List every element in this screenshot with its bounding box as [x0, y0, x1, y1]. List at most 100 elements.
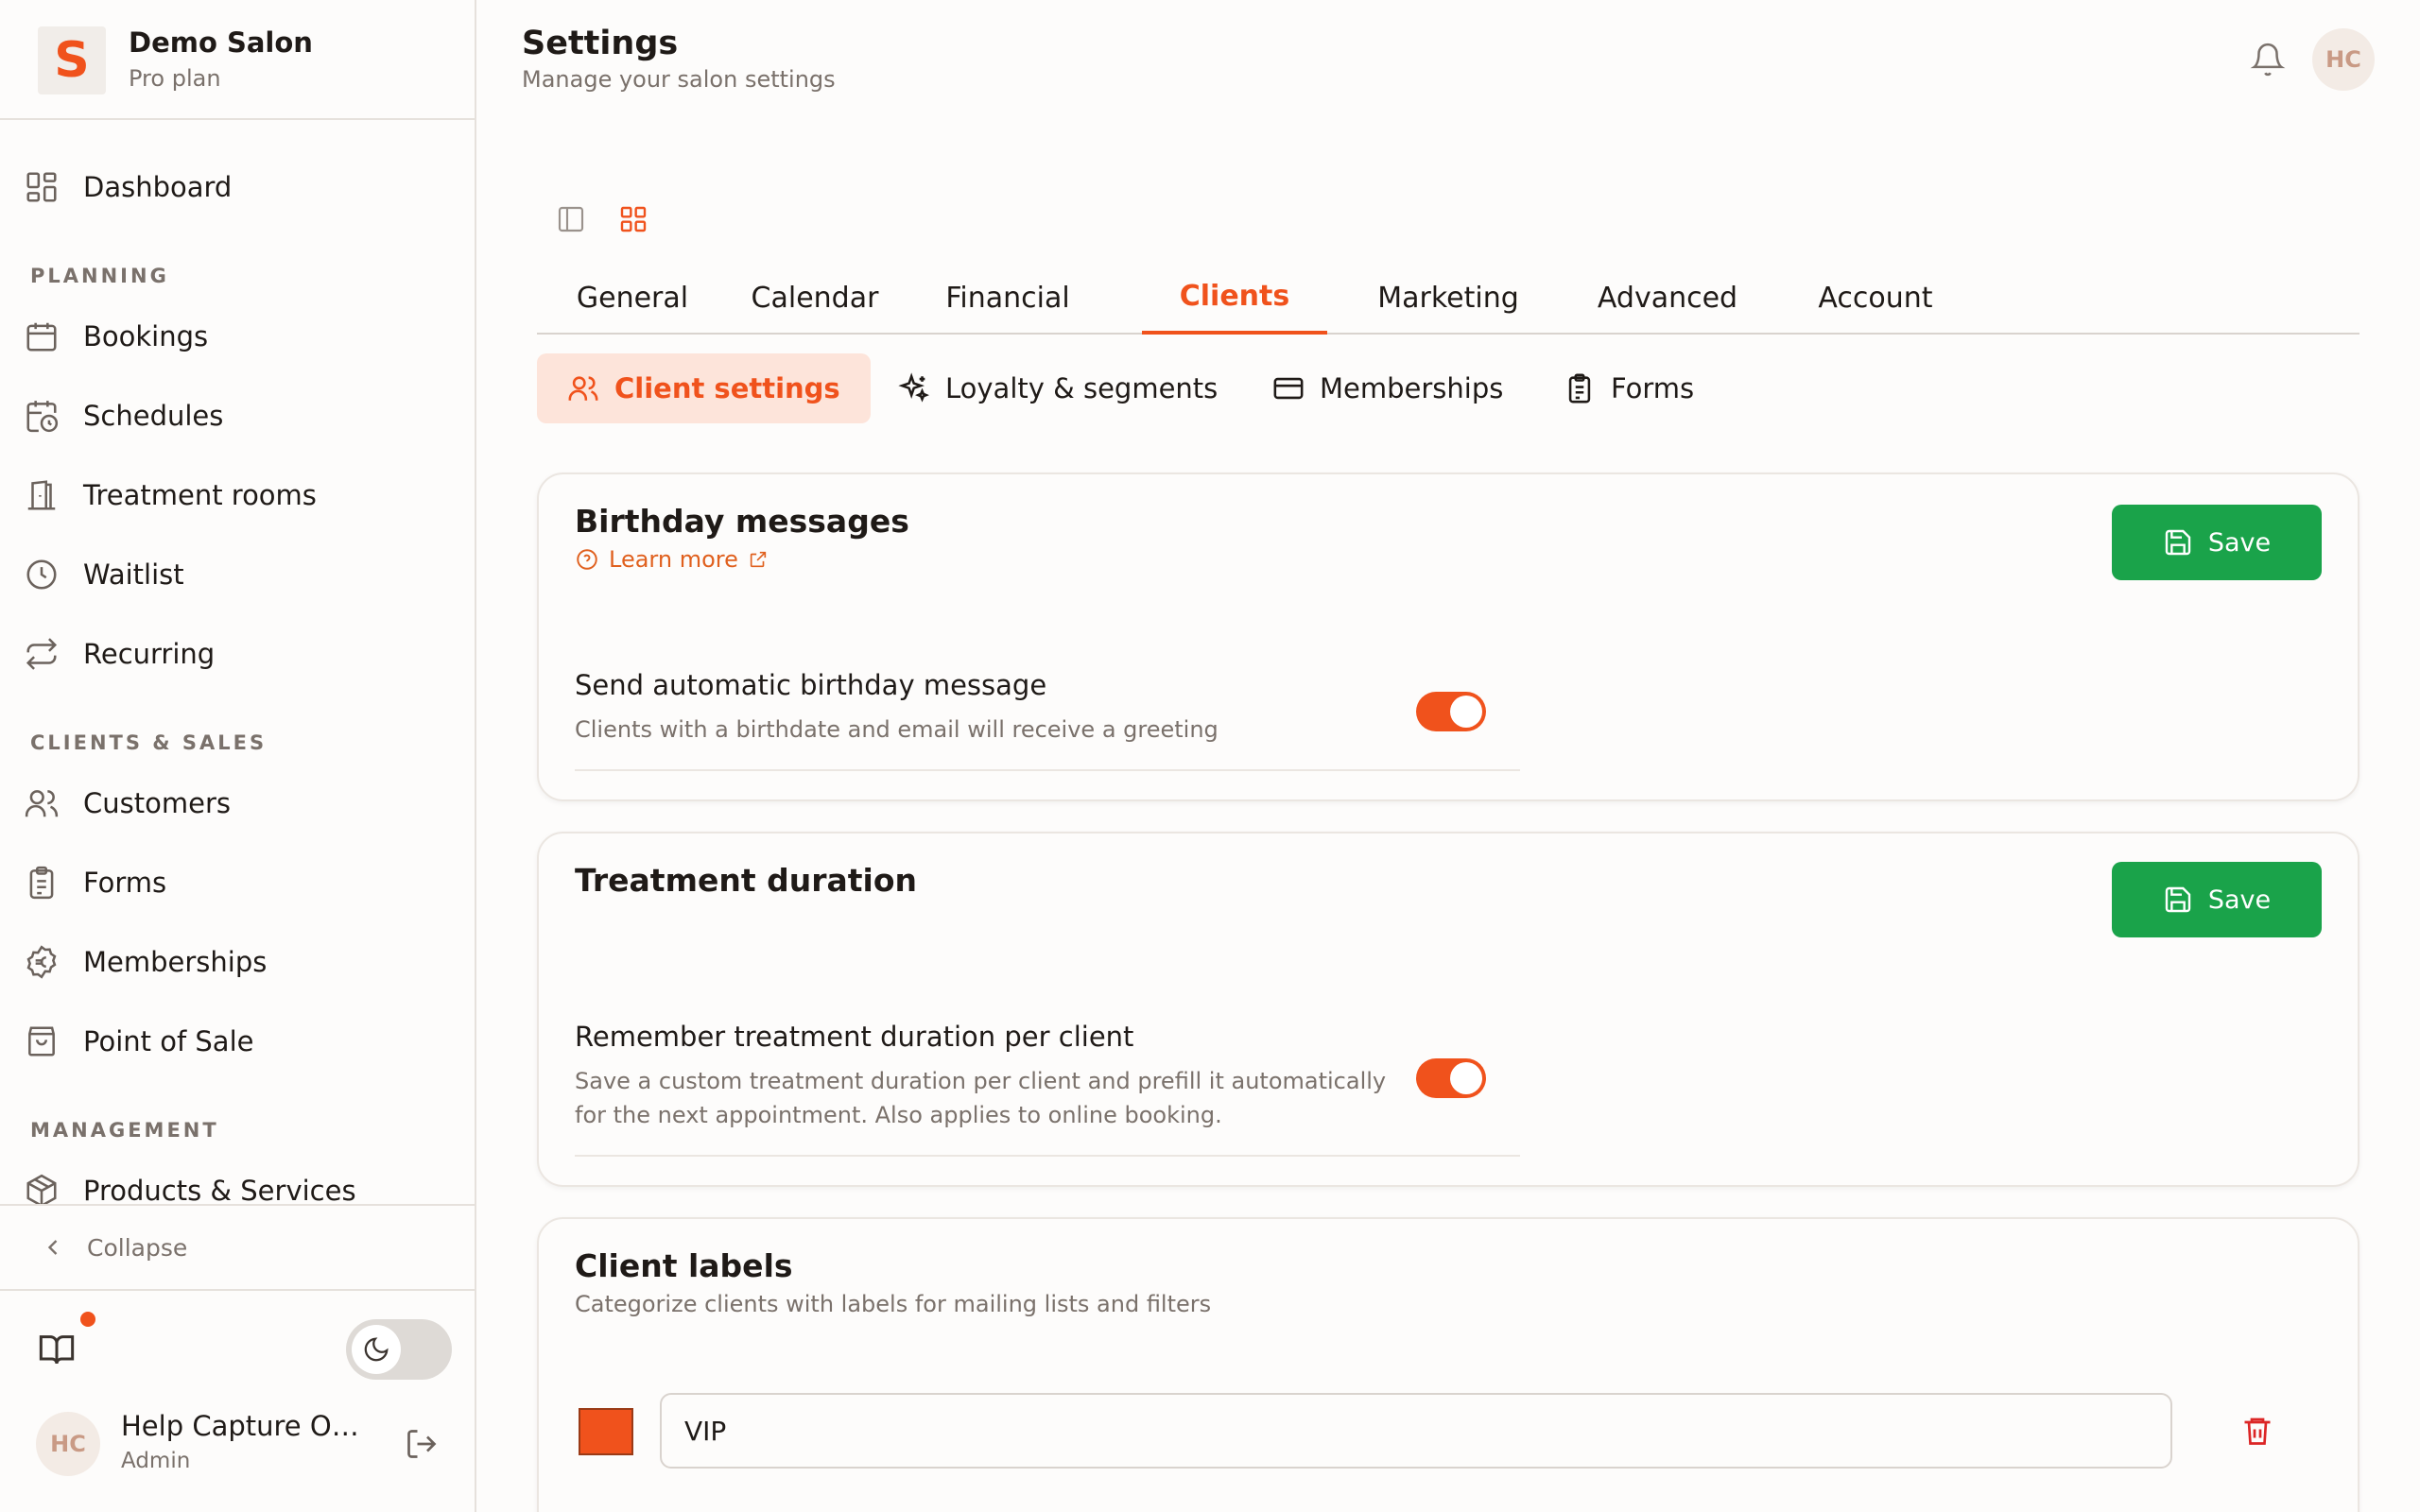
repeat-icon [23, 635, 60, 673]
save-icon [2165, 886, 2191, 913]
sidebar-item-products-services[interactable]: Products & Services [23, 1162, 458, 1204]
save-label: Save [2207, 527, 2272, 558]
tab-financial[interactable]: Financial [940, 261, 1076, 335]
sidebar-item-label: Bookings [83, 320, 209, 352]
dashboard-icon [23, 168, 60, 206]
divider [575, 769, 1520, 771]
avatar[interactable]: HC [2312, 28, 2375, 91]
credit-card-icon [1273, 377, 1304, 400]
subtab-loyalty-segments[interactable]: Loyalty & segments [868, 353, 1248, 423]
help-circle-icon [577, 549, 597, 570]
avatar[interactable]: HC [36, 1412, 100, 1476]
card-title: Birthday messages [575, 503, 909, 540]
subtab-label: Client settings [614, 372, 840, 404]
setting-description: Clients with a birthdate and email will … [575, 716, 1219, 743]
birthday-message-toggle[interactable] [1416, 692, 1486, 731]
sidebar-item-label: Forms [83, 867, 167, 899]
label-name-input[interactable] [660, 1393, 2172, 1469]
save-button[interactable]: Save [2112, 505, 2322, 580]
tab-general[interactable]: General [575, 261, 690, 335]
setting-label: Remember treatment duration per client [575, 1021, 1134, 1053]
treatment-duration-card: Treatment duration Save Remember treatme… [537, 832, 2360, 1187]
card-subtitle: Categorize clients with labels for maili… [575, 1291, 1212, 1317]
section-clients-sales: CLIENTS & SALES [30, 731, 268, 754]
euro-badge-icon [23, 943, 60, 981]
sidebar-item-point-of-sale[interactable]: Point of Sale [23, 1013, 458, 1070]
subtab-label: Memberships [1320, 372, 1504, 404]
sidebar-layout-icon[interactable] [556, 204, 586, 234]
users-icon [23, 784, 60, 822]
sidebar-item-label: Dashboard [83, 171, 233, 203]
door-icon [23, 476, 60, 514]
plan-name: Pro plan [129, 65, 221, 92]
grid-layout-icon[interactable] [618, 204, 648, 234]
tab-clients[interactable]: Clients [1142, 261, 1327, 335]
subtab-memberships[interactable]: Memberships [1242, 353, 1533, 423]
clipboard-icon [1568, 373, 1591, 404]
calendar-clock-icon [23, 397, 60, 435]
sidebar-nav: Dashboard PLANNING Bookings Schedules Tr… [0, 121, 475, 1204]
sidebar-item-forms[interactable]: Forms [23, 854, 458, 911]
sidebar-item-label: Products & Services [83, 1175, 356, 1204]
clipboard-icon [23, 864, 60, 902]
client-labels-card: Client labels Categorize clients with la… [537, 1217, 2360, 1512]
user-role: Admin [121, 1449, 191, 1473]
label-color-swatch[interactable] [579, 1408, 633, 1455]
treatment-duration-toggle[interactable] [1416, 1058, 1486, 1098]
tab-advanced[interactable]: Advanced [1588, 261, 1747, 335]
external-link-icon [750, 551, 767, 568]
subtab-forms[interactable]: Forms [1533, 353, 1724, 423]
sidebar-item-label: Point of Sale [83, 1025, 254, 1057]
users-icon [568, 376, 598, 401]
subtab-label: Forms [1611, 372, 1695, 404]
package-icon [23, 1172, 60, 1204]
learn-more-label: Learn more [609, 546, 738, 573]
moon-icon [352, 1325, 401, 1374]
sidebar-item-schedules[interactable]: Schedules [23, 387, 458, 444]
chevron-left-icon [47, 1240, 58, 1255]
book-open-icon[interactable] [38, 1331, 76, 1368]
setting-label: Send automatic birthday message [575, 669, 1047, 701]
sidebar: S Demo Salon Pro plan Dashboard PLANNING… [0, 0, 476, 1512]
bell-icon[interactable] [2250, 42, 2286, 77]
sidebar-item-customers[interactable]: Customers [23, 775, 458, 832]
sparkles-icon [898, 372, 929, 403]
brand-header[interactable]: S Demo Salon Pro plan [0, 0, 475, 120]
section-management: MANAGEMENT [30, 1119, 219, 1142]
page-title: Settings [522, 25, 679, 62]
sidebar-item-memberships[interactable]: Memberships [23, 934, 458, 990]
dark-mode-toggle[interactable] [346, 1319, 452, 1380]
save-button[interactable]: Save [2112, 862, 2322, 937]
section-planning: PLANNING [30, 265, 169, 287]
tab-account[interactable]: Account [1809, 261, 1942, 335]
subtab-client-settings[interactable]: Client settings [537, 353, 871, 423]
sidebar-item-waitlist[interactable]: Waitlist [23, 546, 458, 603]
sidebar-item-dashboard[interactable]: Dashboard [23, 159, 458, 215]
notification-dot [80, 1312, 95, 1327]
user-name: Help Capture Ow... [121, 1410, 376, 1442]
tab-marketing[interactable]: Marketing [1371, 261, 1526, 335]
subtab-label: Loyalty & segments [945, 372, 1219, 404]
tab-calendar[interactable]: Calendar [749, 261, 881, 335]
salon-name: Demo Salon [129, 26, 313, 59]
logout-icon[interactable] [405, 1427, 439, 1461]
calendar-icon [23, 318, 60, 355]
sidebar-item-label: Memberships [83, 946, 268, 978]
divider [575, 1155, 1520, 1157]
sidebar-item-label: Waitlist [83, 558, 184, 591]
sidebar-item-recurring[interactable]: Recurring [23, 626, 458, 682]
sidebar-item-label: Customers [83, 787, 231, 819]
sidebar-item-treatment-rooms[interactable]: Treatment rooms [23, 467, 458, 524]
sidebar-item-label: Treatment rooms [83, 479, 317, 511]
trash-icon[interactable] [2240, 1414, 2274, 1448]
setting-description: Save a custom treatment duration per cli… [575, 1068, 1387, 1128]
brand-logo: S [38, 26, 106, 94]
sidebar-item-bookings[interactable]: Bookings [23, 308, 458, 365]
collapse-button[interactable]: Collapse [0, 1204, 475, 1291]
card-title: Client labels [575, 1247, 793, 1284]
learn-more-link[interactable]: Learn more [575, 546, 769, 573]
card-title: Treatment duration [575, 862, 918, 899]
page-subtitle: Manage your salon settings [522, 66, 836, 93]
sidebar-item-label: Recurring [83, 638, 216, 670]
shopping-bag-icon [23, 1022, 60, 1060]
